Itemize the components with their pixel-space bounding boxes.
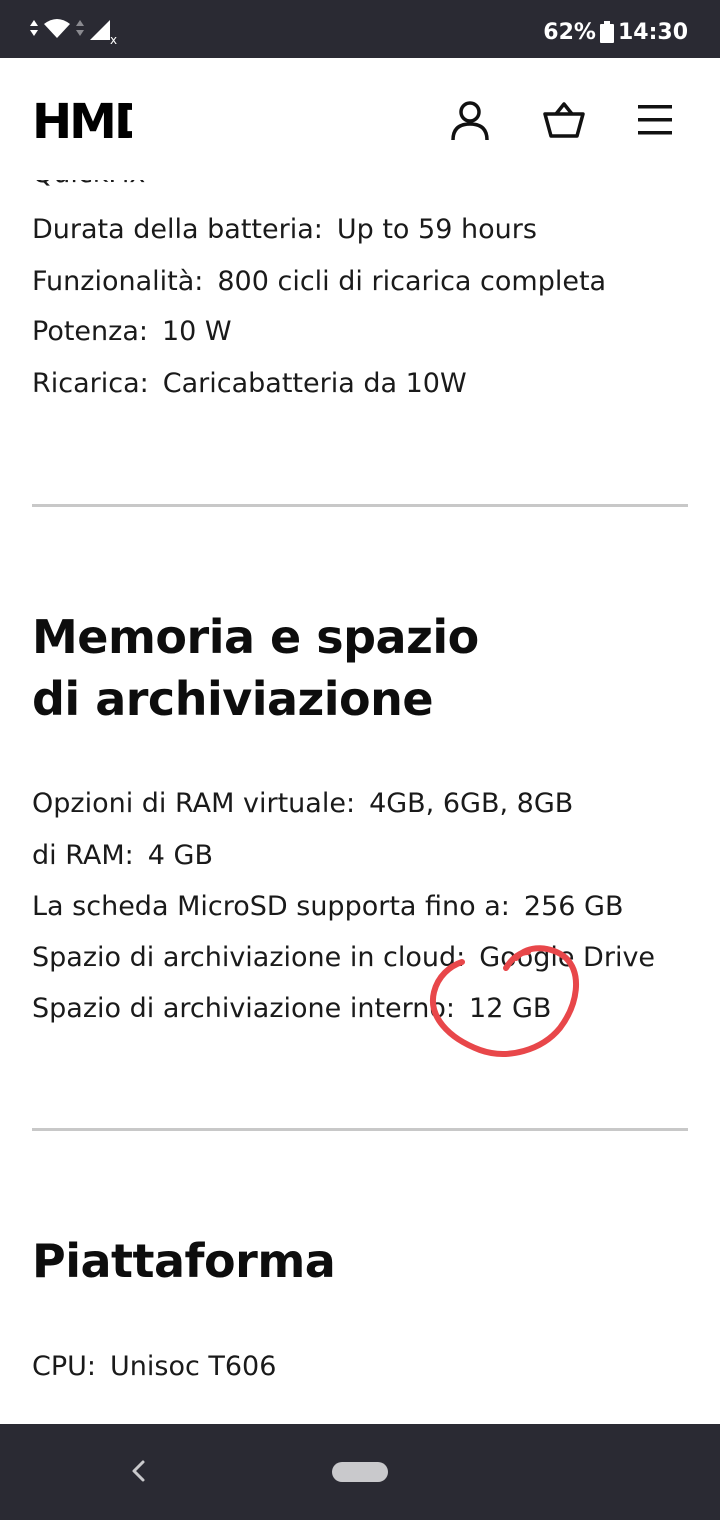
spec-label: CPU: (32, 1351, 96, 1382)
spec-value: 4GB, 6GB, 8GB (369, 788, 574, 819)
menu-icon[interactable] (634, 98, 678, 142)
spec-row-microsd: La scheda MicroSD supporta fino a: 256 GB (32, 889, 623, 925)
memory-section-title: Memoria e spazio di archiviazione (32, 606, 479, 730)
spec-row-internal-storage: Spazio di archiviazione interno: 12 GB (32, 991, 551, 1027)
spec-row-cloud-storage: Spazio di archiviazione in cloud: Google … (32, 940, 655, 976)
spec-value: 12 GB (469, 993, 552, 1024)
spec-row-ram: di RAM: 4 GB (32, 838, 213, 874)
cut-off-text: QuickFix (32, 180, 145, 192)
spec-row-power: Potenza: 10 W (32, 314, 232, 350)
spec-label: Potenza: (32, 316, 148, 347)
spec-value: 256 GB (523, 891, 624, 922)
platform-section-title: Piattaforma (32, 1234, 336, 1288)
spec-label: Funzionalità: (32, 266, 204, 297)
clock: 14:30 (617, 19, 688, 45)
svg-text:x: x (110, 33, 117, 44)
home-pill[interactable] (332, 1462, 388, 1482)
spec-value: Caricabatteria da 10W (162, 368, 467, 399)
back-icon[interactable] (126, 1458, 152, 1484)
network-status-icons: x (30, 19, 117, 44)
spec-label: Spazio di archiviazione interno: (32, 993, 456, 1024)
site-header: HMD (0, 58, 720, 180)
basket-icon[interactable] (542, 98, 586, 142)
spec-value: 4 GB (147, 840, 213, 871)
svg-text:HMD: HMD (32, 98, 132, 144)
spec-label: La scheda MicroSD supporta fino a: (32, 891, 510, 922)
battery-icon (599, 21, 614, 43)
spec-value: 10 W (161, 316, 232, 347)
user-icon[interactable] (448, 98, 492, 142)
battery-percent: 62% (543, 19, 596, 45)
section-divider (32, 504, 688, 507)
hmd-logo[interactable]: HMD (32, 98, 132, 144)
spec-content: QuickFix Durata della batteria: Up to 59 … (0, 180, 720, 1424)
spec-label: di RAM: (32, 840, 134, 871)
spec-label: Opzioni di RAM virtuale: (32, 788, 356, 819)
spec-row-functionality: Funzionalità: 800 cicli di ricarica compl… (32, 264, 606, 300)
spec-label: Spazio di archiviazione in cloud: (32, 942, 466, 973)
status-bar: x 62% 14:30 (0, 0, 720, 58)
memory-title-line-2: di archiviazione (32, 672, 434, 726)
spec-value: 800 cicli di ricarica completa (217, 266, 607, 297)
spec-row-charging: Ricarica: Caricabatteria da 10W (32, 366, 467, 402)
memory-title-line-1: Memoria e spazio (32, 610, 479, 664)
system-nav-bar (0, 1424, 720, 1520)
spec-row-cpu: CPU: Unisoc T606 (32, 1349, 276, 1385)
spec-value: Google Drive (479, 942, 656, 973)
section-divider (32, 1128, 688, 1131)
spec-value: Unisoc T606 (110, 1351, 277, 1382)
spec-row-battery-life: Durata della batteria: Up to 59 hours (32, 212, 537, 248)
spec-value: Up to 59 hours (336, 214, 537, 245)
spec-label: Ricarica: (32, 368, 149, 399)
spec-row-virtual-ram: Opzioni di RAM virtuale: 4GB, 6GB, 8GB (32, 786, 573, 822)
spec-label: Durata della batteria: (32, 214, 323, 245)
status-right: 62% 14:30 (543, 18, 688, 46)
